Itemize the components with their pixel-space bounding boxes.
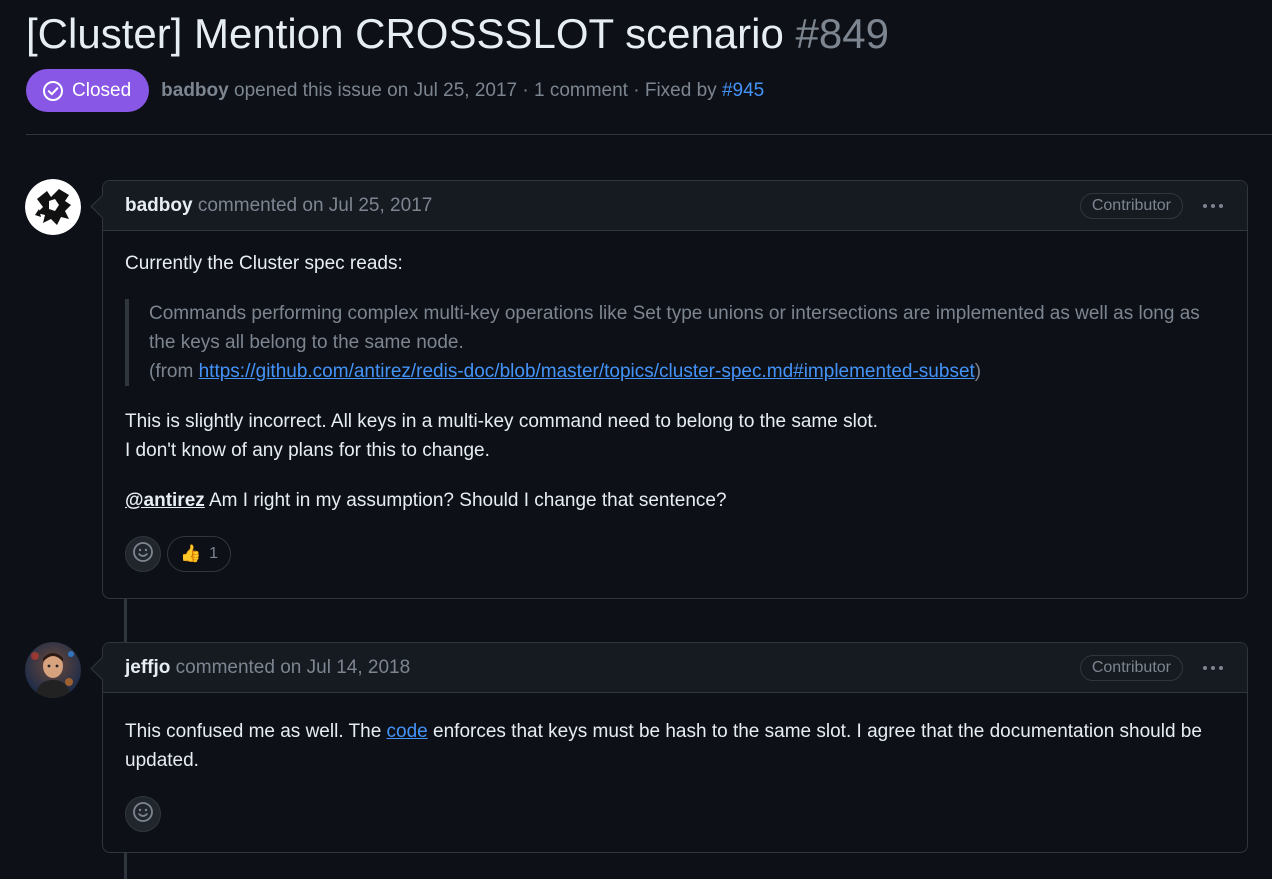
add-reaction-button[interactable] bbox=[125, 536, 161, 572]
blockquote: Commands performing complex multi-key op… bbox=[125, 299, 1225, 386]
comment-paragraph: @antirez Am I right in my assumption? Sh… bbox=[125, 486, 1225, 515]
comment-badboy: badboy commented on Jul 25, 2017 Contrib… bbox=[102, 180, 1248, 599]
thumbs-up-icon: 👍 bbox=[180, 544, 202, 563]
quote-source-suffix: ) bbox=[974, 361, 982, 382]
header-divider bbox=[26, 134, 1272, 135]
comment-header: badboy commented on Jul 25, 2017 Contrib… bbox=[103, 181, 1247, 231]
mention-antirez-link[interactable]: @antirez bbox=[125, 490, 205, 511]
contributor-badge: Contributor bbox=[1079, 192, 1183, 219]
issue-title: [Cluster] Mention CROSSSLOT scenario #84… bbox=[26, 8, 889, 60]
comment-meta: jeffjo commented on Jul 14, 2018 bbox=[125, 657, 410, 679]
comment-header: jeffjo commented on Jul 14, 2018 Contrib… bbox=[103, 643, 1247, 693]
comment-author-link[interactable]: badboy bbox=[125, 195, 193, 216]
comment-options-icon[interactable] bbox=[1201, 198, 1225, 214]
issue-opened-text: opened this issue on Jul 25, 2017 · 1 co… bbox=[228, 79, 722, 101]
comment-paragraph: This is slightly incorrect. All keys in … bbox=[125, 407, 1225, 465]
comment-author-link[interactable]: jeffjo bbox=[125, 657, 170, 678]
contributor-badge: Contributor bbox=[1079, 654, 1183, 681]
cluster-spec-link[interactable]: https://github.com/antirez/redis-doc/blo… bbox=[199, 361, 975, 382]
comment-intro: Currently the Cluster spec reads: bbox=[125, 253, 403, 274]
timeline-connector bbox=[124, 599, 127, 642]
fixed-by-pr-link[interactable]: #945 bbox=[722, 80, 764, 101]
comment-meta: badboy commented on Jul 25, 2017 bbox=[125, 195, 432, 217]
reactions-bar: 👍 1 bbox=[103, 536, 1247, 572]
quote-source: (from https://github.com/antirez/redis-d… bbox=[149, 357, 1225, 386]
comment-date[interactable]: commented on Jul 14, 2018 bbox=[170, 657, 411, 678]
code-link[interactable]: code bbox=[387, 721, 428, 742]
comment-jeffjo: jeffjo commented on Jul 14, 2018 Contrib… bbox=[102, 642, 1248, 853]
issue-meta: Closed badboy opened this issue on Jul 2… bbox=[26, 69, 764, 112]
closed-status-badge: Closed bbox=[26, 69, 150, 112]
reactions-bar bbox=[103, 796, 1247, 832]
reaction-count: 1 bbox=[209, 545, 219, 562]
paragraph-text: This confused me as well. The bbox=[125, 721, 387, 742]
issue-title-text: [Cluster] Mention CROSSSLOT scenario bbox=[26, 10, 784, 57]
thumbs-up-reaction[interactable]: 👍 1 bbox=[167, 536, 232, 572]
comment-paragraph: This confused me as well. The code enfor… bbox=[125, 717, 1225, 775]
add-reaction-button[interactable] bbox=[125, 796, 161, 832]
paragraph-text: Am I right in my assumption? Should I ch… bbox=[204, 490, 727, 511]
avatar-badboy[interactable] bbox=[25, 179, 81, 235]
comment-options-icon[interactable] bbox=[1201, 660, 1225, 676]
issue-author-link[interactable]: badboy bbox=[161, 80, 229, 101]
quote-source-prefix: (from bbox=[149, 361, 199, 382]
paragraph-line: I don't know of any plans for this to ch… bbox=[125, 440, 490, 461]
quote-text: Commands performing complex multi-key op… bbox=[149, 303, 1200, 353]
issue-closed-icon bbox=[42, 80, 64, 102]
comment-body: This confused me as well. The code enfor… bbox=[103, 693, 1247, 775]
smiley-icon bbox=[132, 541, 154, 568]
comment-date[interactable]: commented on Jul 25, 2017 bbox=[193, 195, 433, 216]
avatar-jeffjo[interactable] bbox=[25, 642, 81, 698]
comment-body: Currently the Cluster spec reads: Comman… bbox=[103, 231, 1247, 515]
timeline-connector bbox=[124, 853, 127, 879]
issue-meta-text: badboy opened this issue on Jul 25, 2017… bbox=[161, 80, 764, 102]
issue-number: #849 bbox=[795, 10, 889, 57]
paragraph-line: This is slightly incorrect. All keys in … bbox=[125, 411, 878, 432]
smiley-icon bbox=[132, 801, 154, 828]
status-label: Closed bbox=[72, 79, 132, 101]
